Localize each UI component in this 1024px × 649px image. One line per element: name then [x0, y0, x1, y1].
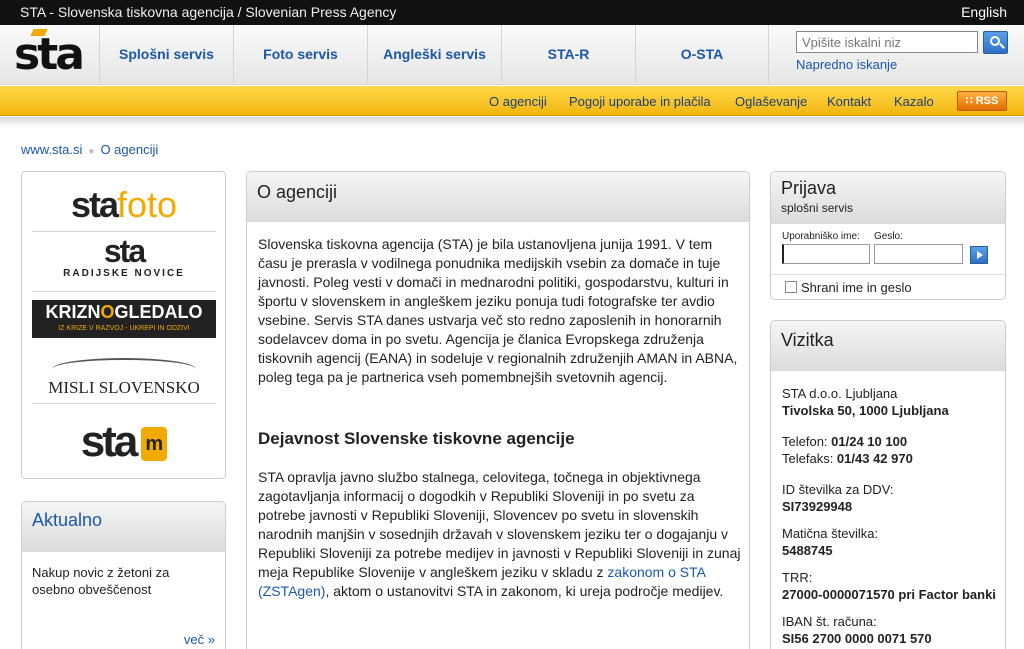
remember-checkbox[interactable] [785, 281, 797, 293]
reg-value: 5488745 [782, 543, 833, 558]
sta-logo[interactable]: sta [14, 29, 85, 77]
vat-label: ID številka za DDV: [782, 482, 894, 497]
phone-row: Telefon: 01/24 10 100 [782, 434, 908, 449]
breadcrumb-separator-icon: ● [88, 146, 95, 157]
language-link-english[interactable]: English [961, 4, 1007, 20]
sta-mobile-logo[interactable]: sta m [32, 412, 216, 472]
company-address: Tivolska 50, 1000 Ljubljana [782, 403, 949, 418]
sta-radijske-novice-logo[interactable]: sta RADIJSKE NOVICE [32, 234, 216, 292]
nav-sta-r[interactable]: STA-R [501, 25, 635, 83]
company-name: STA d.o.o. Ljubljana [782, 386, 898, 401]
reg-label: Matična številka: [782, 526, 879, 541]
advanced-search-link[interactable]: Napredno iskanje [796, 57, 897, 72]
breadcrumb-home[interactable]: www.sta.si [21, 142, 82, 157]
username-input[interactable] [782, 244, 870, 264]
mobile-icon: m [141, 427, 168, 462]
subnav-kontakt[interactable]: Kontakt [827, 94, 871, 109]
breadcrumb: www.sta.si ● O agenciji [21, 142, 158, 157]
aktualno-box: Aktualno Nakup novic z žetoni za osebno … [21, 501, 226, 649]
intro-paragraph: Slovenska tiskovna agencija (STA) je bil… [258, 236, 738, 385]
subnav-pogoji-uporabe[interactable]: Pogoji uporabe in plačila [569, 94, 711, 109]
top-bar: STA - Slovenska tiskovna agencija / Slov… [0, 0, 1024, 25]
breadcrumb-current[interactable]: O agenciji [100, 142, 158, 157]
aktualno-more-link[interactable]: več » [184, 632, 215, 647]
login-submit-button[interactable] [970, 246, 988, 264]
trr-value: 27000-0000071570 pri Factor banki [782, 587, 996, 602]
login-subtitle: splošni servis [781, 201, 854, 215]
sta-foto-logo[interactable]: stafoto [32, 177, 216, 232]
sub-navigation: O agenciji Pogoji uporabe in plačila Ogl… [0, 86, 1024, 116]
main-content: O agenciji Slovenska tiskovna agencija (… [246, 171, 750, 649]
site-title: STA - Slovenska tiskovna agencija / Slov… [20, 4, 397, 20]
nav-foto-servis[interactable]: Foto servis [233, 25, 367, 83]
rss-button[interactable]: ∷ RSS [957, 91, 1007, 111]
header-shadow [0, 117, 1024, 127]
password-label: Geslo: [874, 231, 903, 242]
nav-splosni-servis[interactable]: Splošni servis [99, 25, 233, 83]
subnav-o-agenciji[interactable]: O agenciji [489, 94, 547, 109]
search-button[interactable] [983, 31, 1008, 54]
aktualno-item[interactable]: Nakup novic z žetoni za osebno obveščeno… [32, 564, 212, 598]
password-input[interactable] [874, 244, 963, 264]
kriznogledalo-logo[interactable]: KRIZNOGLEDALO IZ KRIZE V RAZVOJ - UKREPI… [32, 300, 216, 338]
login-box: Prijava splošni servis Uporabniško ime: G… [770, 171, 1006, 300]
subnav-oglasevanje[interactable]: Oglaševanje [735, 94, 807, 109]
username-label: Uporabniško ime: [782, 231, 860, 242]
book-icon [52, 358, 196, 380]
header: sta Splošni servis Foto servis Angleški … [0, 25, 1024, 85]
nav-angleski-servis[interactable]: Angleški servis [367, 25, 501, 83]
fax-row: Telefaks: 01/43 42 970 [782, 451, 913, 466]
brand-logos-panel: stafoto sta RADIJSKE NOVICE KRIZNOGLEDAL… [21, 171, 226, 479]
vizitka-title: Vizitka [771, 321, 1005, 371]
vat-value: SI73929948 [782, 499, 853, 514]
iban-value: SI56 2700 0000 0071 570 [782, 631, 932, 646]
aktualno-title: Aktualno [22, 502, 225, 552]
trr-label: TRR: [782, 570, 813, 585]
subnav-kazalo[interactable]: Kazalo [894, 94, 934, 109]
misli-slovensko-logo[interactable]: MISLI SLOVENSKO [32, 350, 216, 404]
nav-o-sta[interactable]: O-STA [635, 25, 769, 83]
iban-label: IBAN št. računa: [782, 614, 877, 629]
search-input[interactable] [796, 31, 978, 53]
page-title: O agenciji [247, 172, 749, 222]
rss-icon: ∷ [965, 95, 976, 107]
section-heading: Dejavnost Slovenske tiskovne agencije [258, 429, 575, 448]
remember-label[interactable]: Shrani ime in geslo [801, 280, 912, 295]
business-card-box: Vizitka STA d.o.o. Ljubljana Tivolska 50… [770, 320, 1006, 649]
activity-paragraph: STA opravlja javno službo stalnega, celo… [258, 469, 741, 599]
login-title: Prijava splošni servis [771, 172, 1005, 224]
